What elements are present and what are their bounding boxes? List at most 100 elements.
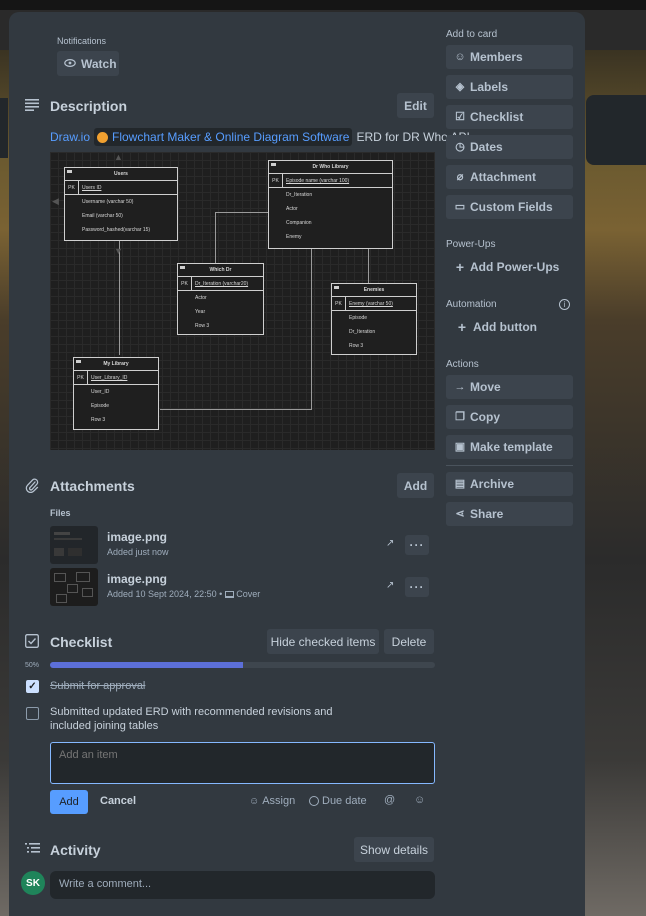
erd-field: Username (varchar 50) — [82, 199, 134, 205]
eye-icon — [64, 57, 76, 72]
erd-pk-field: Enemy (varchar 50) — [349, 301, 393, 307]
attachment-meta: Added 10 Sept 2024, 22:50 • — [107, 589, 223, 599]
plus-icon: + — [455, 259, 465, 275]
add-button-button[interactable]: + Add button — [446, 315, 573, 339]
custom-fields-label: Custom Fields — [470, 200, 553, 214]
cancel-button[interactable]: Cancel — [100, 795, 136, 807]
attachments-title: Attachments — [50, 478, 135, 494]
attachment-button[interactable]: ⌀ Attachment — [446, 165, 573, 189]
connector-line — [368, 249, 369, 284]
attachment-thumbnail[interactable] — [50, 568, 98, 606]
add-to-card-heading: Add to card — [446, 29, 498, 40]
add-button-label: Add button — [473, 320, 537, 334]
template-icon: ▣ — [454, 441, 466, 453]
attachment-name[interactable]: image.png — [107, 530, 167, 544]
connector-line — [311, 249, 312, 409]
files-label: Files — [50, 508, 71, 518]
erd-field: Dr_Iteration — [286, 192, 313, 198]
members-label: Members — [470, 50, 523, 64]
open-external-icon[interactable]: ↗ — [386, 580, 394, 591]
automation-heading: Automation — [446, 299, 497, 310]
info-icon[interactable]: i — [559, 299, 570, 310]
cover-label[interactable]: Cover — [236, 589, 260, 599]
delete-checklist-button[interactable]: Delete — [384, 629, 434, 654]
arrow-down-icon: ▼ — [114, 246, 123, 256]
erd-field: Episode — [349, 315, 368, 321]
board-list-left — [0, 98, 8, 158]
attachment-label: Attachment — [470, 170, 537, 184]
add-power-ups-label: Add Power-Ups — [470, 260, 560, 274]
description-title: Description — [50, 98, 128, 114]
erd-field: Password_hashed(varchar 15) — [82, 227, 151, 233]
attachment-menu-button[interactable]: ··· — [405, 577, 429, 597]
mention-icon[interactable]: @ — [384, 794, 395, 806]
erd-pk-field: Episode name (varchar 100) — [286, 178, 350, 184]
erd-field: Email (varchar 50) — [82, 213, 123, 219]
erd-table-users: Users PK Users ID Username (varchar 50) E… — [64, 167, 178, 241]
arrow-right-icon: → — [454, 381, 466, 393]
attachment-menu-button[interactable]: ··· — [405, 535, 429, 555]
erd-pk-field: Dr_Iteration (varchar20) — [195, 281, 249, 287]
erd-field: Dr_Iteration — [349, 329, 376, 335]
checklist-item-checkbox[interactable]: ✓ — [26, 680, 39, 693]
edit-description-button[interactable]: Edit — [397, 93, 434, 118]
avatar[interactable]: SK — [21, 871, 45, 895]
move-button[interactable]: → Move — [446, 375, 573, 399]
link-card[interactable]: Flowchart Maker & Online Diagram Softwar… — [94, 128, 353, 146]
checklist-title: Checklist — [50, 634, 113, 650]
notifications-label: Notifications — [57, 36, 107, 46]
copy-icon: ❐ — [455, 411, 465, 423]
watch-button[interactable]: Watch — [57, 51, 119, 76]
drawio-link[interactable]: Draw.io — [50, 130, 90, 144]
checklist-progress-fill — [50, 662, 243, 668]
members-button[interactable]: ☺ Members — [446, 45, 573, 69]
cover-icon — [225, 590, 235, 598]
add-power-ups-button[interactable]: + Add Power-Ups — [446, 255, 573, 279]
copy-button[interactable]: ❐ Copy — [446, 405, 573, 429]
connector-line — [215, 212, 268, 213]
erd-field: Year — [195, 309, 206, 315]
archive-label: Archive — [470, 477, 515, 491]
share-button[interactable]: ⋖ Share — [446, 502, 573, 526]
add-item-input[interactable] — [50, 742, 435, 784]
checklist-item-checkbox[interactable] — [26, 707, 39, 720]
make-template-label: Make template — [470, 440, 553, 454]
activity-icon — [25, 843, 41, 859]
clock-icon: ◷ — [455, 141, 465, 153]
due-date-button[interactable]: Due date — [309, 795, 367, 807]
erd-pk-label: PK — [178, 277, 192, 290]
attachment-meta-row: Added 10 Sept 2024, 22:50 • Cover — [107, 589, 260, 599]
archive-button[interactable]: ▤ Archive — [446, 472, 573, 496]
checklist-item-text[interactable]: Submit for approval — [50, 680, 145, 692]
erd-diagram-image[interactable]: ▲ ◀ ▼ Users PK Users ID Username (varchar… — [50, 152, 435, 450]
checklist-item-text[interactable]: Submitted updated ERD with recommended r… — [50, 705, 370, 733]
custom-fields-button[interactable]: ▭ Custom Fields — [446, 195, 573, 219]
show-details-button[interactable]: Show details — [354, 837, 434, 862]
power-ups-heading: Power-Ups — [446, 239, 496, 250]
description-icon — [25, 99, 41, 115]
description-text: Draw.io Flowchart Maker & Online Diagram… — [50, 128, 470, 146]
dates-button[interactable]: ◷ Dates — [446, 135, 573, 159]
dates-label: Dates — [470, 140, 503, 154]
comment-input[interactable]: Write a comment... — [50, 871, 435, 899]
checklist-icon — [25, 634, 41, 650]
open-external-icon[interactable]: ↗ — [386, 538, 394, 549]
labels-button[interactable]: ◈ Labels — [446, 75, 573, 99]
add-attachment-button[interactable]: Add — [397, 473, 434, 498]
emoji-icon[interactable]: ☺ — [414, 794, 425, 806]
attachment-meta: Added just now — [107, 547, 169, 557]
make-template-button[interactable]: ▣ Make template — [446, 435, 573, 459]
connector-line — [215, 212, 216, 264]
add-item-button[interactable]: Add — [50, 790, 88, 814]
assign-button[interactable]: ☺ Assign — [249, 795, 295, 807]
checkbox-icon: ☑ — [455, 111, 465, 123]
erd-table-enemies: Enemies PK Enemy (varchar 50) Episode Dr_… — [331, 283, 417, 355]
checklist-progress-bar — [50, 662, 435, 668]
hide-checked-items-button[interactable]: Hide checked items — [267, 629, 379, 654]
erd-pk-label: PK — [332, 297, 346, 310]
attachment-thumbnail[interactable] — [50, 526, 98, 564]
attachment-name[interactable]: image.png — [107, 572, 167, 586]
checklist-button[interactable]: ☑ Checklist — [446, 105, 573, 129]
assign-label: Assign — [262, 795, 296, 807]
paperclip-icon: ⌀ — [456, 171, 464, 183]
